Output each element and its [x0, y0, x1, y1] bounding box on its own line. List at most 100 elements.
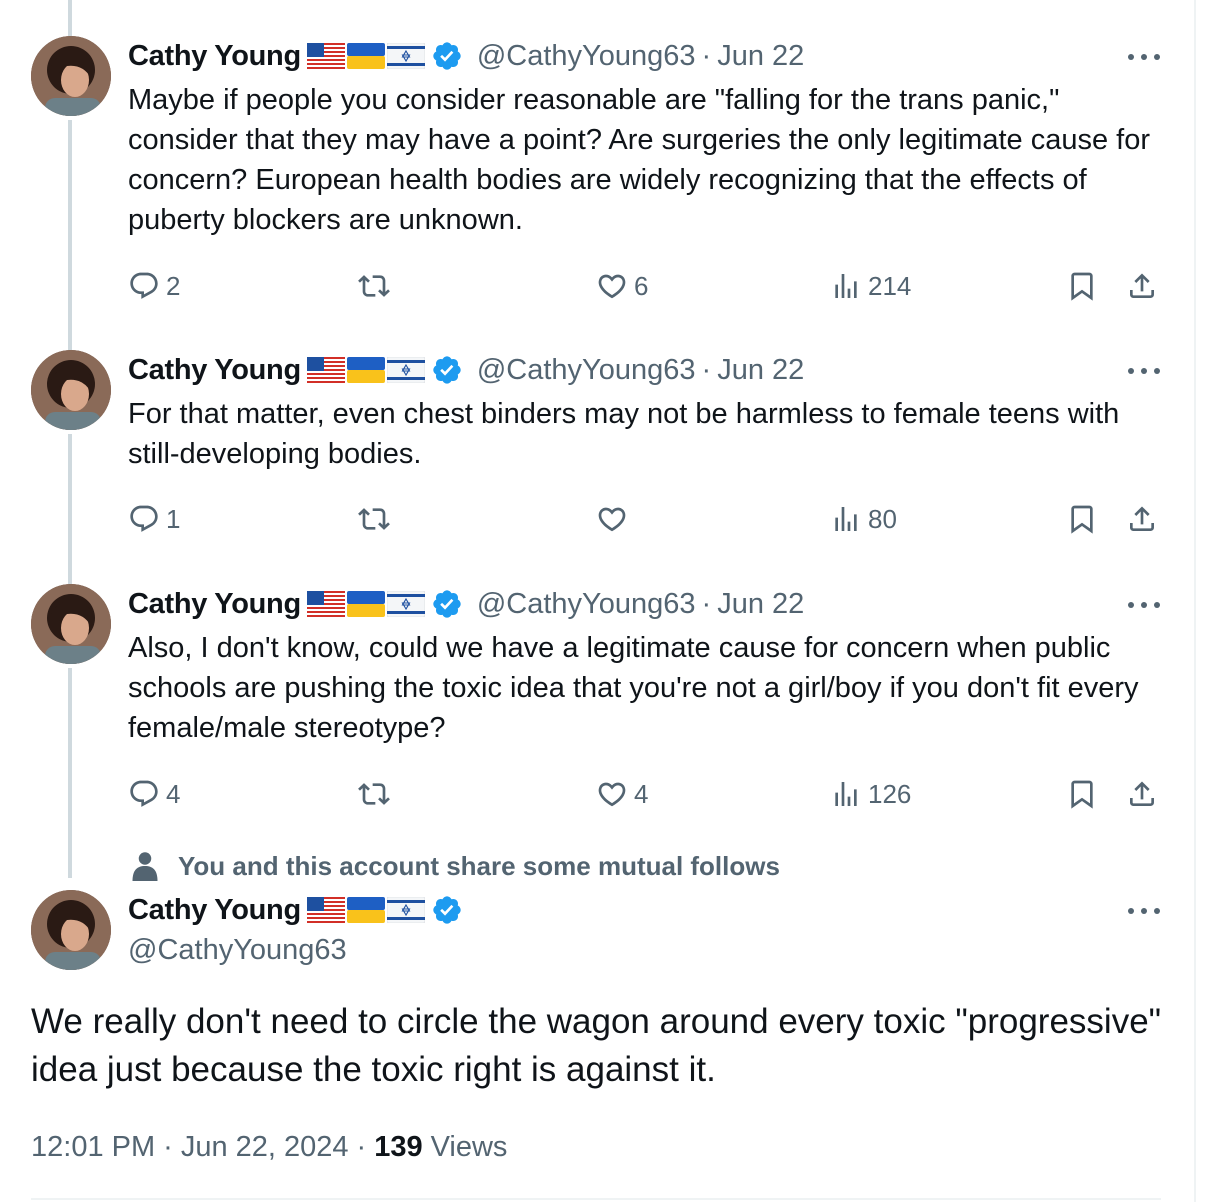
separator-dot: ·: [701, 587, 712, 620]
reply-button[interactable]: 1: [128, 499, 180, 539]
repost-icon: [358, 275, 390, 297]
author-handle[interactable]: @CathyYoung63: [477, 354, 696, 387]
tweet-date[interactable]: Jun 22: [717, 588, 804, 621]
share-icon: [1130, 781, 1154, 806]
repost-button[interactable]: [358, 774, 396, 814]
person-icon: [132, 852, 158, 881]
share-icon: [1130, 273, 1154, 298]
avatar[interactable]: [31, 890, 111, 970]
tweet-actions: 1 80: [128, 499, 1168, 539]
verified-badge-icon[interactable]: [431, 894, 463, 926]
thread-line: [68, 434, 72, 584]
author-name[interactable]: Cathy Young: [128, 354, 301, 387]
reply-icon: [130, 505, 158, 532]
share-icon: [1130, 506, 1154, 531]
avatar[interactable]: [31, 350, 111, 430]
tweet-text: Maybe if people you consider reasonable …: [128, 84, 1151, 236]
tweet-actions: 4 4 126: [128, 774, 1168, 814]
verified-badge-icon[interactable]: [431, 354, 463, 386]
bookmark-button[interactable]: [1066, 499, 1098, 539]
heart-icon: [598, 274, 626, 299]
column-border: [1194, 0, 1196, 1202]
ukraine-flag-icon: [346, 897, 385, 923]
more-options-icon[interactable]: [1124, 900, 1164, 920]
tweet-date[interactable]: Jun 22: [717, 40, 804, 73]
author-handle[interactable]: @CathyYoung63: [128, 930, 347, 970]
views-count: 139: [374, 1130, 423, 1163]
author-handle[interactable]: @CathyYoung63: [477, 588, 696, 621]
reply-count: 2: [166, 270, 181, 301]
share-button[interactable]: [1126, 266, 1158, 306]
separator-dot: ·: [356, 1130, 367, 1163]
thread-line: [68, 0, 72, 36]
share-button[interactable]: [1126, 774, 1158, 814]
tweet-date[interactable]: Jun 22: [717, 354, 804, 387]
tweet-actions: 2 6 214: [128, 266, 1168, 306]
flag-emojis: [306, 897, 425, 923]
author-name[interactable]: Cathy Young: [128, 40, 301, 73]
tweet-text: For that matter, even chest binders may …: [128, 398, 1120, 470]
more-options-icon[interactable]: [1124, 594, 1164, 614]
avatar[interactable]: [31, 584, 111, 664]
like-button[interactable]: 4: [596, 774, 648, 814]
thread-line: [68, 668, 72, 878]
reply-count: 4: [166, 778, 181, 809]
tweet-header: Cathy Young @CathyYoung63 · Jun 22: [128, 36, 804, 76]
ukraine-flag-icon: [346, 357, 385, 383]
views-bar-chart-icon: [835, 507, 857, 531]
bookmark-button[interactable]: [1066, 774, 1098, 814]
reply-button[interactable]: 2: [128, 266, 180, 306]
tweet-header: Cathy Young @CathyYoung63 · Jun 22: [128, 584, 804, 624]
tweet-text: Also, I don't know, could we have a legi…: [128, 632, 1139, 744]
view-count: 80: [868, 503, 897, 534]
tweet-header: Cathy Young: [128, 890, 463, 930]
avatar[interactable]: [31, 36, 111, 116]
view-count: 214: [868, 270, 912, 301]
us-flag-icon: [306, 43, 345, 69]
repost-button[interactable]: [358, 499, 396, 539]
reply-count: 1: [166, 503, 181, 534]
more-options-icon[interactable]: [1124, 46, 1164, 66]
views-bar-chart-icon: [835, 782, 857, 806]
bookmark-button[interactable]: [1066, 266, 1098, 306]
ukraine-flag-icon: [346, 591, 385, 617]
flag-emojis: [306, 43, 425, 69]
israel-flag-icon: [386, 591, 425, 617]
views-button[interactable]: 80: [830, 499, 897, 539]
views-button[interactable]: 214: [830, 266, 911, 306]
heart-icon: [598, 782, 626, 807]
reply-icon: [130, 272, 158, 299]
us-flag-icon: [306, 591, 345, 617]
israel-flag-icon: [386, 43, 425, 69]
share-button[interactable]: [1126, 499, 1158, 539]
views-bar-chart-icon: [835, 274, 857, 298]
author-name[interactable]: Cathy Young: [128, 894, 301, 927]
ukraine-flag-icon: [346, 43, 385, 69]
bookmark-icon: [1071, 780, 1093, 809]
repost-button[interactable]: [358, 266, 396, 306]
like-button[interactable]: [596, 499, 634, 539]
view-count: 126: [868, 778, 912, 809]
repost-icon: [358, 508, 390, 530]
tweet-header: Cathy Young @CathyYoung63 · Jun 22: [128, 350, 804, 390]
us-flag-icon: [306, 357, 345, 383]
like-count: 6: [634, 270, 649, 301]
tweet-full-date[interactable]: Jun 22, 2024: [181, 1131, 349, 1164]
separator-dot: ·: [163, 1130, 173, 1163]
thread-line: [68, 120, 72, 350]
verified-badge-icon[interactable]: [431, 40, 463, 72]
verified-badge-icon[interactable]: [431, 588, 463, 620]
reply-icon: [130, 780, 158, 807]
flag-emojis: [306, 357, 425, 383]
views-button[interactable]: 126: [830, 774, 911, 814]
repost-icon: [358, 783, 390, 805]
tweet-time[interactable]: 12:01 PM: [31, 1131, 155, 1164]
reply-button[interactable]: 4: [128, 774, 180, 814]
like-button[interactable]: 6: [596, 266, 648, 306]
israel-flag-icon: [386, 357, 425, 383]
more-options-icon[interactable]: [1124, 360, 1164, 380]
author-handle[interactable]: @CathyYoung63: [477, 40, 696, 73]
us-flag-icon: [306, 897, 345, 923]
tweet-metadata: 12:01 PM · Jun 22, 2024 · 139 Views: [31, 1126, 507, 1168]
author-name[interactable]: Cathy Young: [128, 588, 301, 621]
